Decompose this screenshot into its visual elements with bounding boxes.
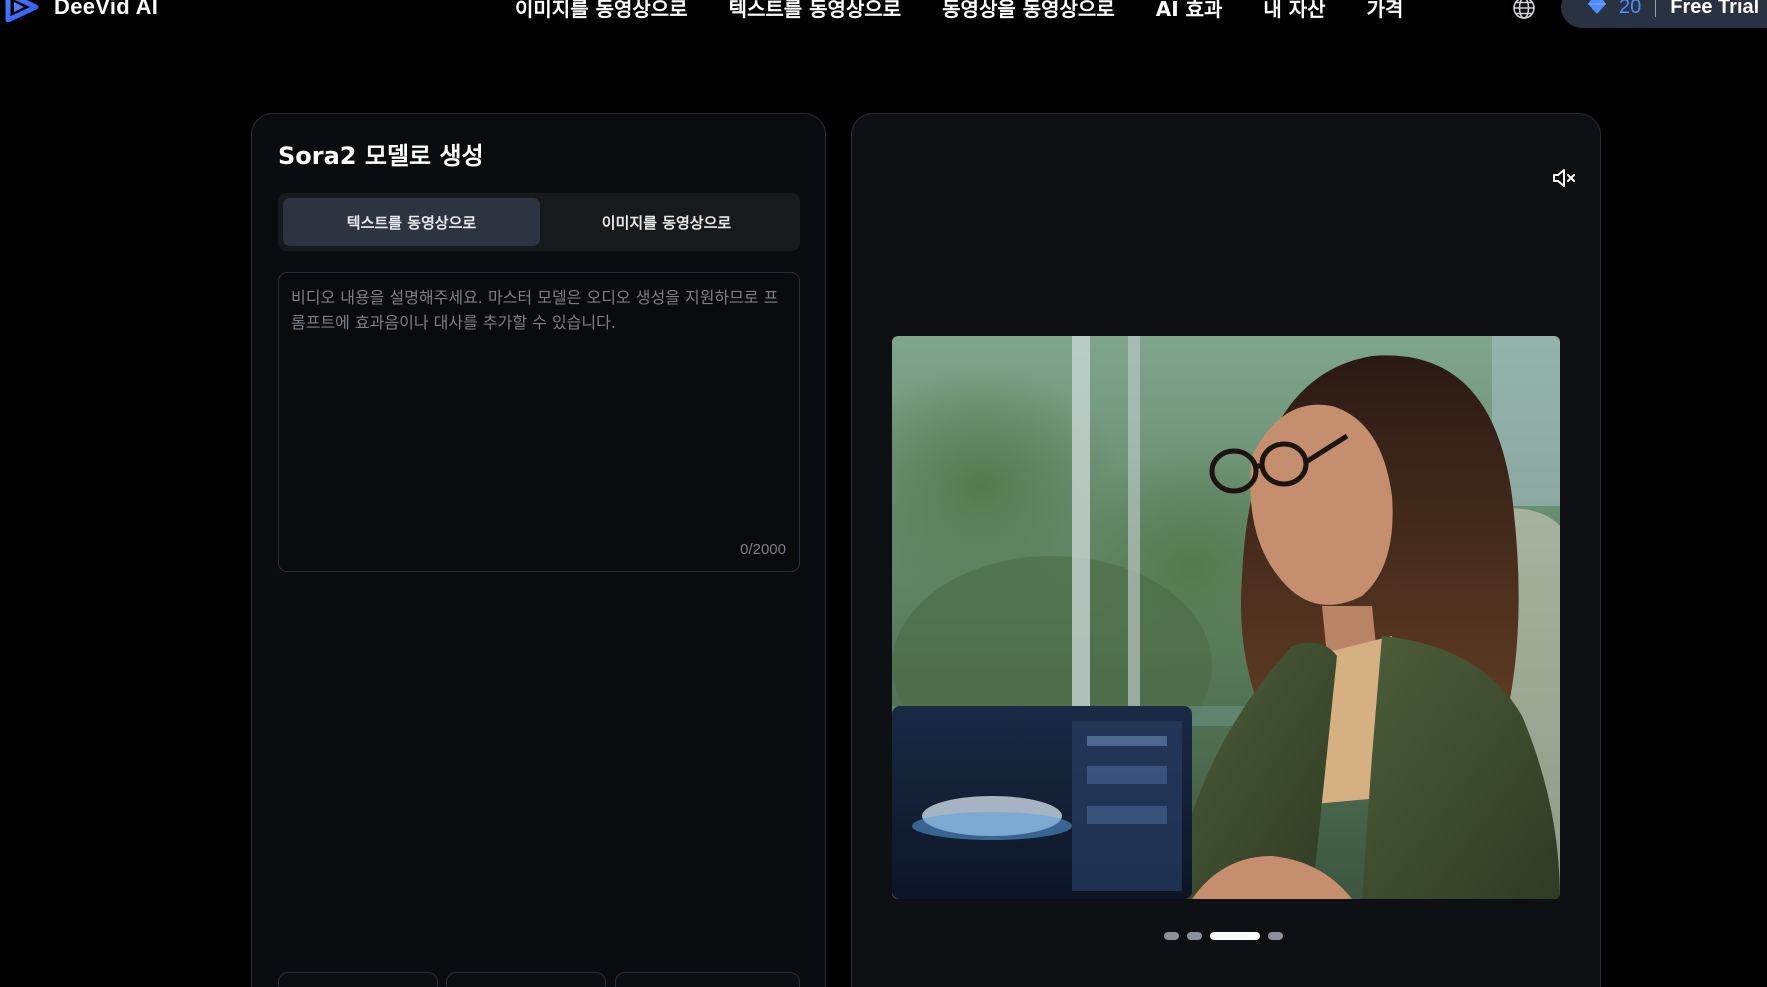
char-counter: 0/2000 bbox=[740, 541, 786, 558]
carousel-dot[interactable] bbox=[1187, 932, 1202, 940]
prompt-box: 0/2000 bbox=[278, 272, 800, 572]
logo-play-icon bbox=[5, 0, 39, 22]
main-nav: 이미지를 동영상으로 텍스트를 동영상으로 동영상을 동영상으로 AI 효과 내… bbox=[515, 0, 1444, 22]
diamond-icon bbox=[1588, 0, 1606, 14]
free-trial-button[interactable]: Free Trial bbox=[1670, 0, 1759, 19]
generator-panel: Sora2 모델로 생성 텍스트를 동영상으로 이미지를 동영상으로 0/200… bbox=[251, 113, 826, 987]
brand-name: DeeVid AI bbox=[54, 0, 159, 19]
top-navigation-bar: DeeVid AI 이미지를 동영상으로 텍스트를 동영상으로 동영상을 동영상… bbox=[0, 0, 1767, 30]
preview-panel bbox=[851, 113, 1601, 987]
prompt-input[interactable] bbox=[279, 273, 799, 571]
carousel-dot-active[interactable] bbox=[1210, 932, 1260, 940]
brand-logo[interactable]: DeeVid AI bbox=[4, 0, 158, 22]
mode-tabs: 텍스트를 동영상으로 이미지를 동영상으로 bbox=[278, 193, 800, 251]
tab-image-to-video[interactable]: 이미지를 동영상으로 bbox=[538, 198, 795, 246]
credits-divider bbox=[1655, 0, 1657, 17]
sample-video-preview[interactable] bbox=[892, 336, 1560, 899]
nav-text-to-video[interactable]: 텍스트를 동영상으로 bbox=[729, 0, 902, 22]
nav-video-to-video[interactable]: 동영상을 동영상으로 bbox=[942, 0, 1115, 22]
credit-count: 20 bbox=[1619, 0, 1642, 18]
option-button-1[interactable] bbox=[278, 972, 438, 987]
nav-image-to-video[interactable]: 이미지를 동영상으로 bbox=[515, 0, 688, 22]
tab-text-to-video[interactable]: 텍스트를 동영상으로 bbox=[283, 198, 540, 246]
nav-ai-effects[interactable]: AI 효과 bbox=[1156, 0, 1223, 22]
speaker-muted-icon[interactable] bbox=[1550, 164, 1578, 192]
video-frame-illustration bbox=[892, 336, 1560, 899]
nav-pricing[interactable]: 가격 bbox=[1367, 0, 1404, 22]
globe-icon[interactable] bbox=[1512, 0, 1536, 20]
carousel-dot[interactable] bbox=[1164, 932, 1179, 940]
nav-my-assets[interactable]: 내 자산 bbox=[1263, 0, 1325, 22]
credits-pill[interactable]: 20 Free Trial bbox=[1561, 0, 1767, 28]
option-button-2[interactable] bbox=[446, 972, 606, 987]
carousel-indicators bbox=[1164, 932, 1283, 940]
option-button-3[interactable] bbox=[615, 972, 800, 987]
panel-title: Sora2 모델로 생성 bbox=[278, 142, 484, 170]
carousel-dot[interactable] bbox=[1268, 932, 1283, 940]
